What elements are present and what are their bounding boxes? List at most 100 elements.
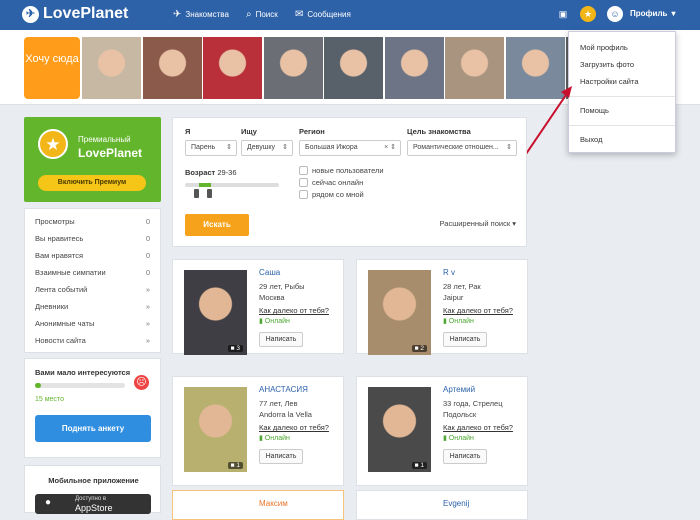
age-slider[interactable]: [185, 183, 279, 187]
profile-info: 33 года, Стрелец: [443, 399, 503, 408]
write-button[interactable]: Написать: [259, 332, 303, 347]
stats-row[interactable]: Вам нравятся 0: [35, 251, 150, 260]
profile-photo[interactable]: ■ 1: [368, 387, 431, 472]
online-label: Онлайн: [448, 318, 474, 325]
clear-caret-icon: × ⇕: [384, 144, 396, 151]
interest-title: Вами мало интересуются: [35, 368, 131, 377]
caret-icon: ⇕: [226, 144, 232, 151]
checkbox[interactable]: [299, 166, 308, 175]
label-i: Я: [185, 127, 191, 136]
enable-premium-button[interactable]: Включить Премиум: [38, 175, 146, 191]
star-icon: ★: [38, 129, 68, 159]
distance-link[interactable]: Как далеко от тебя?: [259, 306, 329, 315]
stats-row[interactable]: Новости сайта »: [35, 336, 150, 345]
online-label: Онлайн: [264, 318, 290, 325]
interest-panel: Вами мало интересуются ☹ 15 место Поднят…: [24, 358, 161, 458]
profile-name[interactable]: Evgenij: [443, 499, 469, 508]
age-slider-handle-max[interactable]: [207, 189, 212, 198]
checkbox[interactable]: [299, 178, 308, 187]
profile-photo[interactable]: ■ 2: [368, 270, 431, 355]
profile-info: 28 лет, Рак: [443, 282, 481, 291]
stats-row[interactable]: Вы нравитесь 0: [35, 234, 150, 243]
profile-photo[interactable]: ■ 1: [184, 387, 247, 472]
stats-row[interactable]: Лента событий »: [35, 285, 150, 294]
profile-card[interactable]: ■ 1 77 лет, Лев Andorra la Vella Как далеко…: [172, 376, 344, 486]
profile-name[interactable]: R v: [443, 268, 455, 277]
stats-panel: Просмотры 0 Вы нравитесь 0 Вам нравятся 0 Взаи…: [24, 208, 161, 353]
profile-city: Москва: [259, 293, 285, 302]
online-status: ▮ Онлайн: [259, 434, 290, 442]
online-status: ▮ Онлайн: [443, 317, 474, 325]
profile-card[interactable]: ■ 1 33 года, Стрелец Подольск Как далеко от…: [356, 376, 528, 486]
photo-count: ■ 2: [411, 345, 427, 352]
photo-count-value: 1: [236, 462, 240, 469]
checkbox[interactable]: [299, 190, 308, 199]
check-new-users[interactable]: новые пользователи: [299, 166, 384, 175]
store-top-label: Доступно в: [75, 496, 107, 502]
stats-value: »: [145, 336, 150, 345]
stats-row[interactable]: Просмотры 0: [35, 217, 150, 226]
profile-card[interactable]: ■ 2 28 лет, Рак Jaipur Как далеко от тебя? ▮…: [356, 259, 528, 355]
stats-label: Новости сайта: [35, 336, 86, 345]
advanced-search-link[interactable]: Расширенный поиск ▾: [440, 219, 516, 228]
label-goal: Цель знакомства: [407, 127, 471, 136]
age-label: Возраст 29-36: [185, 168, 237, 177]
raise-profile-button[interactable]: Поднять анкету: [35, 415, 151, 442]
age-slider-range: [199, 183, 211, 187]
stats-row[interactable]: Дневники »: [35, 302, 150, 311]
mobile-title: Мобильное приложение: [48, 476, 139, 485]
stats-value: 0: [145, 217, 150, 226]
store-label: AppStore: [75, 503, 113, 513]
stats-row[interactable]: Взаимные симпатии 0: [35, 268, 150, 277]
photo-count-value: 1: [420, 462, 424, 469]
sad-face-icon: ☹: [134, 375, 149, 390]
profile-name[interactable]: Артемий: [443, 385, 475, 394]
search-panel: Я Ищу Регион Цель знакомства Парень ⇕ Дев…: [172, 117, 527, 247]
age-range: 29-36: [217, 168, 237, 177]
check-near-me[interactable]: рядом со мной: [299, 190, 364, 199]
photo-count: ■ 1: [411, 462, 427, 469]
region-select[interactable]: Большая Ижора × ⇕: [299, 140, 401, 156]
profile-photo[interactable]: ■ 3: [184, 270, 247, 355]
age-slider-handle-min[interactable]: [194, 189, 199, 198]
search-button[interactable]: Искать: [185, 214, 249, 236]
goal-select[interactable]: Романтические отношен... ⇕: [407, 140, 517, 156]
write-button[interactable]: Написать: [259, 449, 303, 464]
write-button[interactable]: Написать: [443, 449, 487, 464]
stats-label: Лента событий: [35, 285, 88, 294]
appstore-button[interactable]: ● Доступно в AppStore: [35, 494, 151, 514]
online-status: ▮ Онлайн: [443, 434, 474, 442]
stats-value: »: [145, 319, 150, 328]
profile-name[interactable]: Саша: [259, 268, 280, 277]
interest-place: 15 место: [35, 396, 64, 403]
profile-city: Подольск: [443, 410, 477, 419]
seek-select[interactable]: Девушку ⇕: [241, 140, 293, 156]
stats-row[interactable]: Анонимные чаты »: [35, 319, 150, 328]
stats-value: »: [145, 302, 150, 311]
photo-count-value: 3: [236, 345, 240, 352]
premium-brand: LovePlanet: [78, 146, 143, 160]
apple-icon: ●: [45, 497, 52, 508]
online-status: ▮ Онлайн: [259, 317, 290, 325]
profile-card[interactable]: Evgenij: [356, 490, 528, 520]
profile-name[interactable]: АНАСТАСИЯ: [259, 385, 308, 394]
profile-info: 77 лет, Лев: [259, 399, 298, 408]
stats-label: Взаимные симпатии: [35, 268, 106, 277]
distance-link[interactable]: Как далеко от тебя?: [443, 423, 513, 432]
profile-name[interactable]: Максим: [259, 499, 288, 508]
profile-card[interactable]: Максим: [172, 490, 344, 520]
distance-link[interactable]: Как далеко от тебя?: [259, 423, 329, 432]
write-button[interactable]: Написать: [443, 332, 487, 347]
seek-value: Девушку: [247, 144, 275, 151]
profile-card[interactable]: ■ 3 29 лет, Рыбы Москва Как далеко от тебя?…: [172, 259, 344, 355]
check-label: новые пользователи: [312, 166, 384, 175]
interest-progress-fill: [35, 383, 42, 388]
label-region: Регион: [299, 127, 325, 136]
photo-count: ■ 3: [227, 345, 243, 352]
photo-count-value: 2: [420, 345, 424, 352]
i-select[interactable]: Парень ⇕: [185, 140, 237, 156]
label-seek: Ищу: [241, 127, 257, 136]
online-label: Онлайн: [264, 435, 290, 442]
distance-link[interactable]: Как далеко от тебя?: [443, 306, 513, 315]
check-online-now[interactable]: сейчас онлайн: [299, 178, 363, 187]
